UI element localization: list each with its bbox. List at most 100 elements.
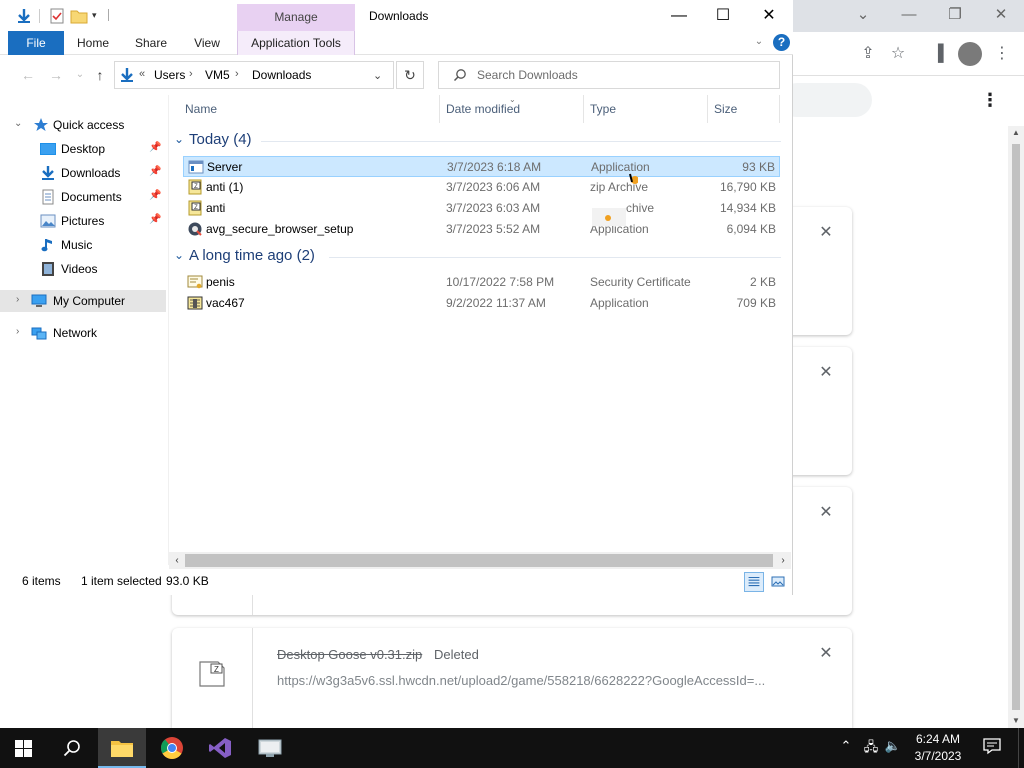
downloads-more-icon[interactable]: ⋮ — [980, 88, 1000, 112]
collapse-chevron-icon[interactable]: ⌄ — [14, 118, 22, 129]
file-row-penis[interactable]: penis 10/17/2022 7:58 PM Security Certif… — [183, 272, 780, 293]
breadcrumb-overflow[interactable]: « — [139, 68, 145, 80]
star-icon — [34, 118, 48, 131]
breadcrumb-downloads[interactable]: Downloads — [252, 68, 311, 82]
pin-icon[interactable]: 📌 — [149, 190, 161, 201]
sidebar-item-desktop[interactable]: Desktop 📌 — [0, 138, 166, 160]
search-box[interactable] — [438, 61, 780, 89]
expand-chevron-icon[interactable]: › — [16, 294, 19, 305]
chrome-minimize-button[interactable]: — — [886, 0, 932, 30]
pin-icon[interactable]: 📌 — [149, 166, 161, 177]
scroll-left-arrow[interactable]: ‹ — [169, 552, 185, 569]
nav-quick-access[interactable]: ⌄ Quick access — [0, 114, 166, 136]
share-icon[interactable]: ⇪ — [856, 42, 880, 66]
breadcrumb-users[interactable]: Users — [154, 68, 185, 82]
help-icon[interactable]: ? — [773, 34, 790, 51]
chrome-restore-button[interactable]: ❐ — [932, 0, 978, 30]
scrollbar-thumb[interactable] — [1012, 144, 1020, 710]
sidebar-item-music[interactable]: Music — [0, 234, 166, 256]
minimize-button[interactable]: — — [656, 0, 702, 31]
expand-chevron-icon[interactable]: › — [16, 326, 19, 337]
sidebar-item-videos[interactable]: Videos — [0, 258, 166, 280]
recent-locations-icon[interactable]: ⌄ — [70, 65, 90, 85]
taskbar-chrome[interactable] — [148, 728, 196, 768]
nav-network[interactable]: › Network — [0, 322, 166, 344]
address-history-chevron-icon[interactable]: ⌄ — [373, 69, 382, 82]
show-desktop-button[interactable] — [1018, 728, 1024, 768]
properties-icon[interactable] — [48, 7, 66, 25]
expand-ribbon-icon[interactable]: ⌄ — [752, 35, 766, 49]
column-type[interactable]: Type — [584, 95, 708, 123]
refresh-button[interactable]: ↻ — [396, 61, 424, 89]
file-row-avg-secure-browser-setup[interactable]: avg_secure_browser_setup 3/7/2023 5:52 A… — [183, 219, 780, 240]
horizontal-scrollbar[interactable]: ‹ › — [169, 552, 791, 569]
chrome-tab-search-icon[interactable]: ⌄ — [840, 0, 886, 30]
chrome-close-button[interactable]: ✕ — [978, 0, 1024, 30]
sidebar-item-downloads[interactable]: Downloads 📌 — [0, 162, 166, 184]
sidebar-item-pictures[interactable]: Pictures 📌 — [0, 210, 166, 232]
search-button[interactable] — [48, 728, 96, 768]
scroll-down-arrow[interactable]: ▼ — [1008, 714, 1024, 728]
new-folder-icon[interactable] — [70, 7, 88, 25]
remove-download-button[interactable]: ✕ — [816, 223, 836, 243]
network-status-icon[interactable]: 🖧 — [862, 738, 880, 760]
sidebar-item-documents[interactable]: Documents 📌 — [0, 186, 166, 208]
tab-home[interactable]: Home — [72, 31, 114, 55]
download-filename[interactable]: Desktop Goose v0.31.zip — [277, 647, 422, 662]
file-row-anti[interactable]: Z anti 3/7/2023 6:03 AM Archive 14,934 K… — [183, 198, 780, 219]
search-input[interactable] — [477, 67, 767, 83]
tab-application-tools[interactable]: Application Tools — [237, 31, 355, 55]
breadcrumb-separator[interactable]: › — [235, 68, 239, 80]
remove-download-button[interactable]: ✕ — [816, 503, 836, 523]
column-size[interactable]: Size — [708, 95, 780, 123]
scroll-right-arrow[interactable]: › — [775, 552, 791, 569]
taskbar-app[interactable] — [246, 728, 294, 768]
details-view-icon[interactable] — [744, 572, 764, 592]
back-button[interactable]: ← — [18, 65, 38, 85]
pin-icon[interactable]: 📌 — [149, 142, 161, 153]
file-row-vac467[interactable]: vac467 9/2/2022 11:37 AM Application 709… — [183, 293, 780, 314]
remove-download-button[interactable]: ✕ — [816, 363, 836, 383]
breadcrumb-vm5[interactable]: VM5 — [205, 68, 230, 82]
collapse-chevron-icon[interactable]: ⌄ — [174, 132, 184, 146]
breadcrumb-separator[interactable]: › — [189, 68, 193, 80]
show-hidden-icons-icon[interactable]: ⌃ — [838, 738, 854, 754]
taskbar-visual-studio[interactable] — [196, 728, 244, 768]
notifications-icon[interactable] — [982, 737, 1002, 758]
nav-my-computer[interactable]: › My Computer — [0, 290, 166, 312]
group-header-today[interactable]: ⌄ Today (4) — [169, 130, 789, 152]
forward-button[interactable]: → — [46, 65, 66, 85]
taskbar-clock[interactable]: 6:24 AM 3/7/2023 — [903, 731, 973, 765]
taskbar-file-explorer[interactable] — [98, 728, 146, 768]
tab-view[interactable]: View — [188, 31, 226, 55]
close-button[interactable]: ✕ — [746, 0, 792, 31]
remove-download-button[interactable]: ✕ — [816, 644, 836, 664]
chrome-scrollbar[interactable]: ▲ ▼ — [1008, 126, 1024, 728]
column-name[interactable]: Name — [179, 95, 440, 123]
download-arrow-icon[interactable] — [15, 7, 33, 25]
volume-icon[interactable]: 🔈 — [884, 738, 902, 754]
start-button[interactable] — [0, 728, 48, 768]
chrome-menu-icon[interactable]: ⋮ — [990, 42, 1014, 66]
profile-avatar[interactable] — [958, 42, 982, 66]
downloads-search-field[interactable] — [780, 83, 872, 117]
pin-icon[interactable]: 📌 — [149, 214, 161, 225]
maximize-button[interactable]: ☐ — [700, 0, 746, 31]
file-row-anti-1[interactable]: Z anti (1) 3/7/2023 6:06 AM zip Archive … — [183, 177, 780, 198]
collapse-chevron-icon[interactable]: ⌄ — [174, 248, 184, 262]
bookmark-star-icon[interactable]: ☆ — [886, 42, 910, 66]
download-url[interactable]: https://w3g3a5v6.ssl.hwcdn.net/upload2/g… — [277, 673, 777, 688]
scrollbar-thumb[interactable] — [185, 554, 773, 567]
pane-splitter[interactable] — [168, 95, 169, 565]
manage-context-tab[interactable]: Manage — [237, 4, 355, 31]
group-header-long-ago[interactable]: ⌄ A long time ago (2) — [169, 246, 789, 268]
address-bar[interactable]: « Users › VM5 › Downloads ⌄ — [114, 61, 394, 89]
qat-customize-icon[interactable]: ▾ — [92, 10, 97, 21]
up-button[interactable]: ↑ — [90, 65, 110, 85]
tab-file[interactable]: File — [8, 31, 64, 55]
scroll-up-arrow[interactable]: ▲ — [1008, 126, 1024, 140]
side-panel-icon[interactable]: ▐ — [926, 42, 950, 66]
large-icons-view-icon[interactable] — [768, 572, 788, 592]
file-row-server[interactable]: Server 3/7/2023 6:18 AM Application 93 K… — [183, 156, 780, 177]
tab-share[interactable]: Share — [130, 31, 172, 55]
